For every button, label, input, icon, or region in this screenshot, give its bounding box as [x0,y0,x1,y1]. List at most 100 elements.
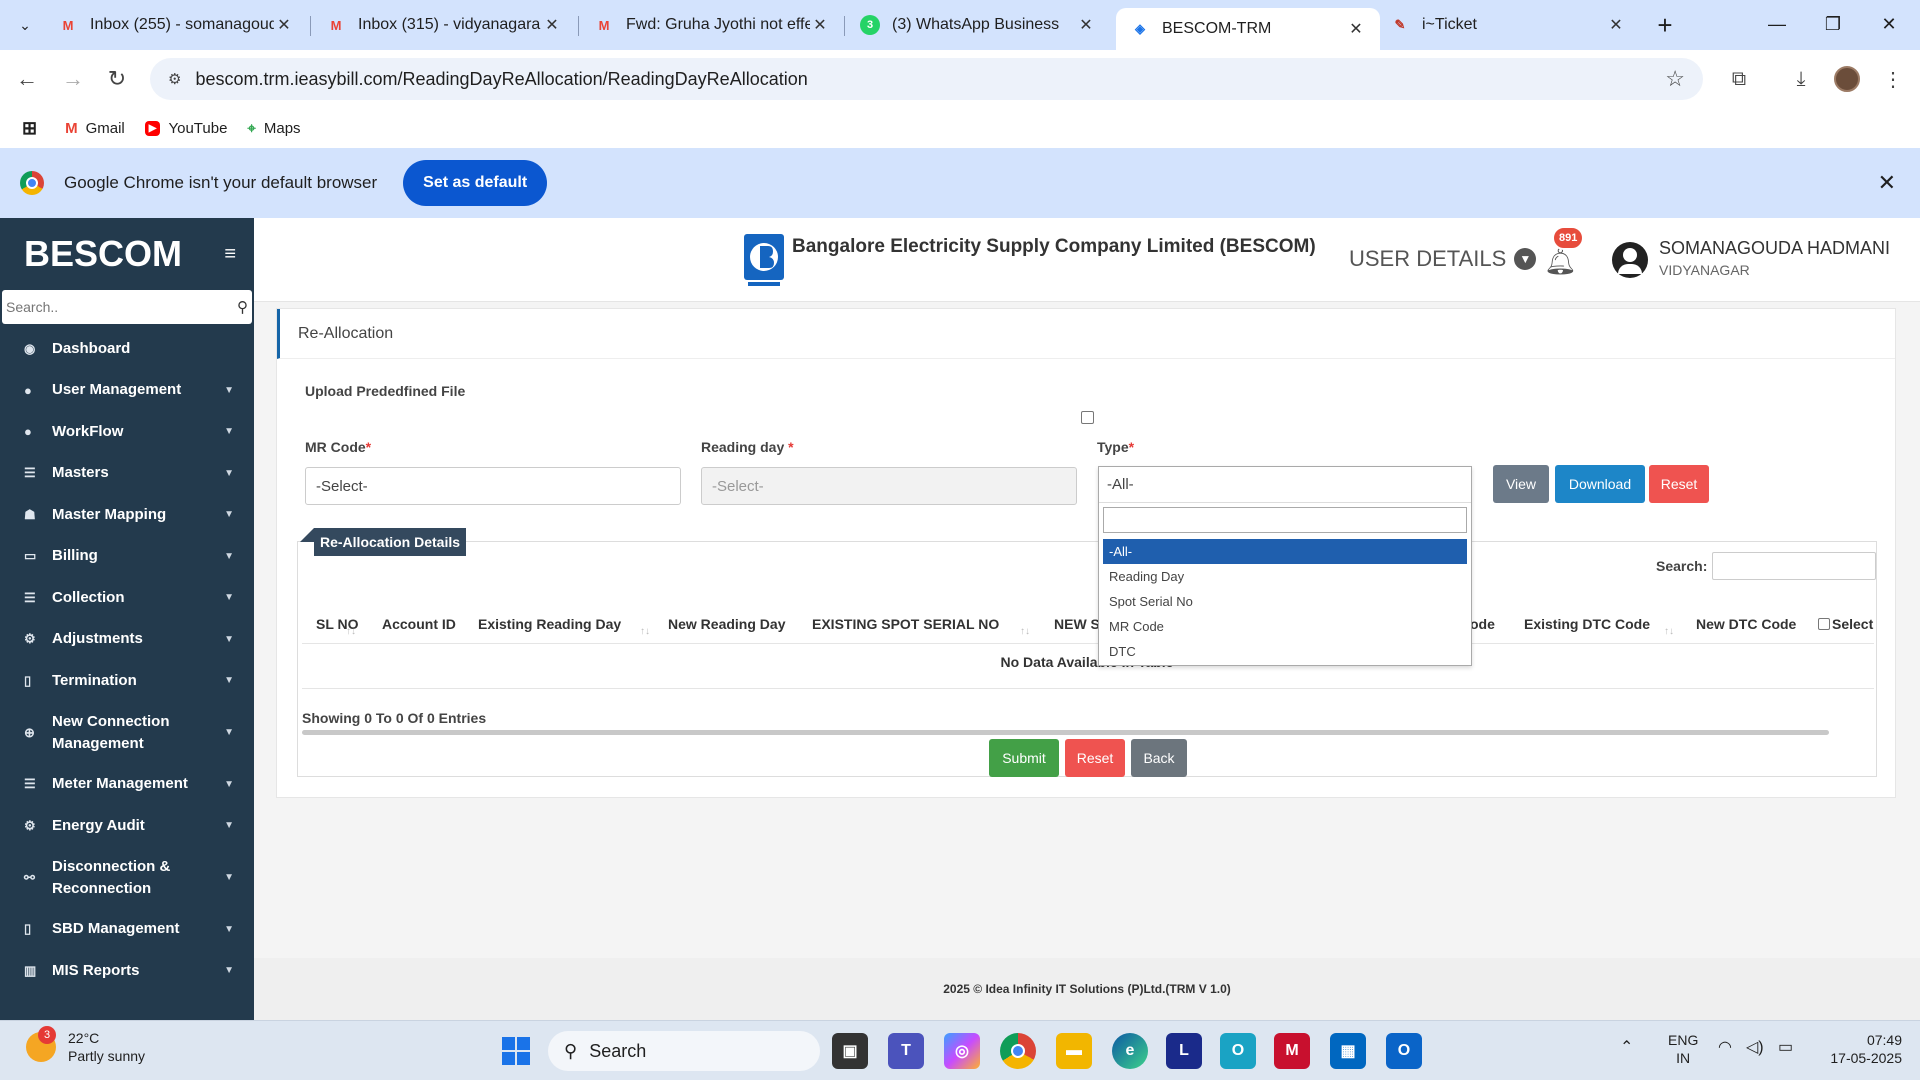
sidebar-item-meter-management[interactable]: ☰ Meter Management ▼ [0,764,254,806]
type-option[interactable]: DTC [1103,639,1467,664]
hamburger-menu-icon[interactable]: ≡ [224,243,236,266]
sidebar-item-billing[interactable]: ▭ Billing ▼ [0,536,254,578]
browser-tab-active[interactable]: ◈ BESCOM-TRM ✕ [1116,8,1380,50]
close-tab-icon[interactable]: ✕ [1076,15,1096,35]
sidebar-item-disconnection-reconnection[interactable]: ⚯ Disconnection & Reconnection ▼ [0,847,254,909]
back-button[interactable]: Back [1131,739,1187,777]
minimize-icon[interactable]: — [1754,8,1800,40]
l-app-icon[interactable]: L [1166,1033,1202,1069]
type-select[interactable]: -All- [1099,467,1471,503]
close-window-icon[interactable]: ✕ [1866,8,1912,40]
close-tab-icon[interactable]: ✕ [1606,15,1626,35]
close-tab-icon[interactable]: ✕ [274,15,294,35]
horizontal-scrollbar[interactable] [302,730,1829,735]
chrome-taskbar-icon[interactable] [1000,1033,1036,1069]
store-icon[interactable]: ▦ [1330,1033,1366,1069]
battery-icon[interactable]: ▭ [1778,1039,1793,1057]
col-account-id[interactable]: Account ID [382,616,456,632]
language-indicator[interactable]: ENG IN [1668,1031,1698,1067]
download-button[interactable]: Download [1555,465,1645,503]
sidebar-item-adjustments[interactable]: ⚙ Adjustments ▼ [0,619,254,661]
sidebar-search-input[interactable] [6,299,237,315]
reset-button[interactable]: Reset [1649,465,1709,503]
sidebar-item-workflow[interactable]: ● WorkFlow ▼ [0,411,254,453]
close-tab-icon[interactable]: ✕ [810,15,830,35]
extensions-icon[interactable]: ⧉ [1722,62,1756,96]
file-explorer-icon[interactable]: ▬ [1056,1033,1092,1069]
bookmark-star-icon[interactable]: ☆ [1665,66,1685,92]
set-as-default-button[interactable]: Set as default [403,160,548,206]
type-dropdown-search-input[interactable] [1103,507,1467,533]
sort-icon[interactable]: ↑↓ [1020,626,1030,637]
col-mr-code[interactable]: ode [1470,616,1495,632]
type-option[interactable]: Spot Serial No [1103,589,1467,614]
download-icon[interactable]: ⤓ [1784,62,1818,96]
apps-grid-icon[interactable]: ⊞ [22,118,45,139]
sidebar-item-collection[interactable]: ☰ Collection ▼ [0,577,254,619]
task-view-icon[interactable]: ▣ [832,1033,868,1069]
copilot-icon[interactable]: ◎ [944,1033,980,1069]
sidebar-item-mis-reports[interactable]: ▥ MIS Reports ▼ [0,950,254,992]
forward-arrow-icon[interactable]: → [56,62,90,96]
reset-bottom-button[interactable]: Reset [1065,739,1125,777]
chrome-menu-icon[interactable]: ⋮ [1876,62,1910,96]
sidebar-item-energy-audit[interactable]: ⚙ Energy Audit ▼ [0,805,254,847]
mcafee-icon[interactable]: M [1274,1033,1310,1069]
tab-search-chevron-icon[interactable]: ⌄ [8,10,42,40]
browser-tab[interactable]: M Inbox (255) - somanagoud ✕ [44,8,308,42]
type-option[interactable]: -All- [1103,539,1467,564]
weather-widget[interactable]: 3 22°C Partly sunny [26,1026,145,1065]
view-button[interactable]: View [1493,465,1549,503]
sidebar-item-new-connection-management[interactable]: ⊕ New Connection Management ▼ [0,702,254,764]
sort-icon[interactable]: ↑↓ [346,626,356,637]
back-arrow-icon[interactable]: ← [10,62,44,96]
browser-tab[interactable]: ✎ i~Ticket ✕ [1376,8,1640,42]
table-search-input[interactable] [1712,552,1876,580]
mr-code-select[interactable]: -Select- [305,467,681,505]
browser-tab[interactable]: M Fwd: Gruha Jyothi not effe ✕ [580,8,844,42]
show-hidden-icons[interactable]: ⌃ [1620,1039,1633,1057]
bookmark-youtube[interactable]: ▶ YouTube [144,120,227,137]
close-infobar-icon[interactable]: ✕ [1878,170,1896,196]
type-option[interactable]: MR Code [1103,614,1467,639]
col-existing-reading-day[interactable]: Existing Reading Day [478,616,621,632]
reading-day-select[interactable]: -Select- [701,467,1077,505]
user-avatar-icon[interactable] [1612,242,1648,278]
close-tab-icon[interactable]: ✕ [542,15,562,35]
type-option[interactable]: Reading Day [1103,564,1467,589]
user-details-dropdown[interactable]: USER DETAILS ▼ [1349,246,1537,272]
col-select[interactable]: Select [1818,616,1873,632]
restore-icon[interactable]: ❐ [1810,8,1856,40]
bookmark-gmail[interactable]: M Gmail [65,120,125,137]
close-tab-icon[interactable]: ✕ [1346,19,1366,39]
o-app-icon[interactable]: O [1220,1033,1256,1069]
col-new-reading-day[interactable]: New Reading Day [668,616,785,632]
col-existing-dtc-code[interactable]: Existing DTC Code [1524,616,1650,632]
col-new-spot-serial-no[interactable]: NEW S [1054,616,1100,632]
col-new-dtc-code[interactable]: New DTC Code [1696,616,1796,632]
sidebar-item-dashboard[interactable]: ◉ Dashboard [0,328,254,370]
sort-icon[interactable]: ↑↓ [640,626,650,637]
submit-button[interactable]: Submit [989,739,1059,777]
reload-icon[interactable]: ↻ [100,62,134,96]
search-icon[interactable]: ⚲ [237,298,248,316]
new-tab-button[interactable]: + [1650,10,1680,40]
site-info-icon[interactable]: ⚙ [168,70,181,88]
select-all-checkbox[interactable] [1818,618,1830,630]
sidebar-item-masters[interactable]: ☰ Masters ▼ [0,453,254,495]
edge-icon[interactable]: e [1112,1033,1148,1069]
col-existing-spot-serial-no[interactable]: EXISTING SPOT SERIAL NO [812,616,999,632]
wifi-icon[interactable]: ◠ [1718,1039,1732,1057]
address-bar[interactable]: ⚙ bescom.trm.ieasybill.com/ReadingDayReA… [150,58,1703,100]
system-clock[interactable]: 07:49 17-05-2025 [1830,1031,1902,1067]
teams-icon[interactable]: T [888,1033,924,1069]
upload-file-checkbox[interactable] [1081,411,1094,424]
sidebar-item-sbd-management[interactable]: ▯ SBD Management ▼ [0,909,254,951]
bookmark-maps[interactable]: ⌖ Maps [247,120,300,137]
sidebar-item-user-management[interactable]: ● User Management ▼ [0,370,254,412]
sort-icon[interactable]: ↑↓ [1664,626,1674,637]
windows-start-icon[interactable] [498,1033,534,1069]
browser-tab[interactable]: 3 (3) WhatsApp Business ✕ [846,8,1110,42]
browser-tab[interactable]: M Inbox (315) - vidyanagara ✕ [312,8,576,42]
sidebar-item-termination[interactable]: ▯ Termination ▼ [0,660,254,702]
